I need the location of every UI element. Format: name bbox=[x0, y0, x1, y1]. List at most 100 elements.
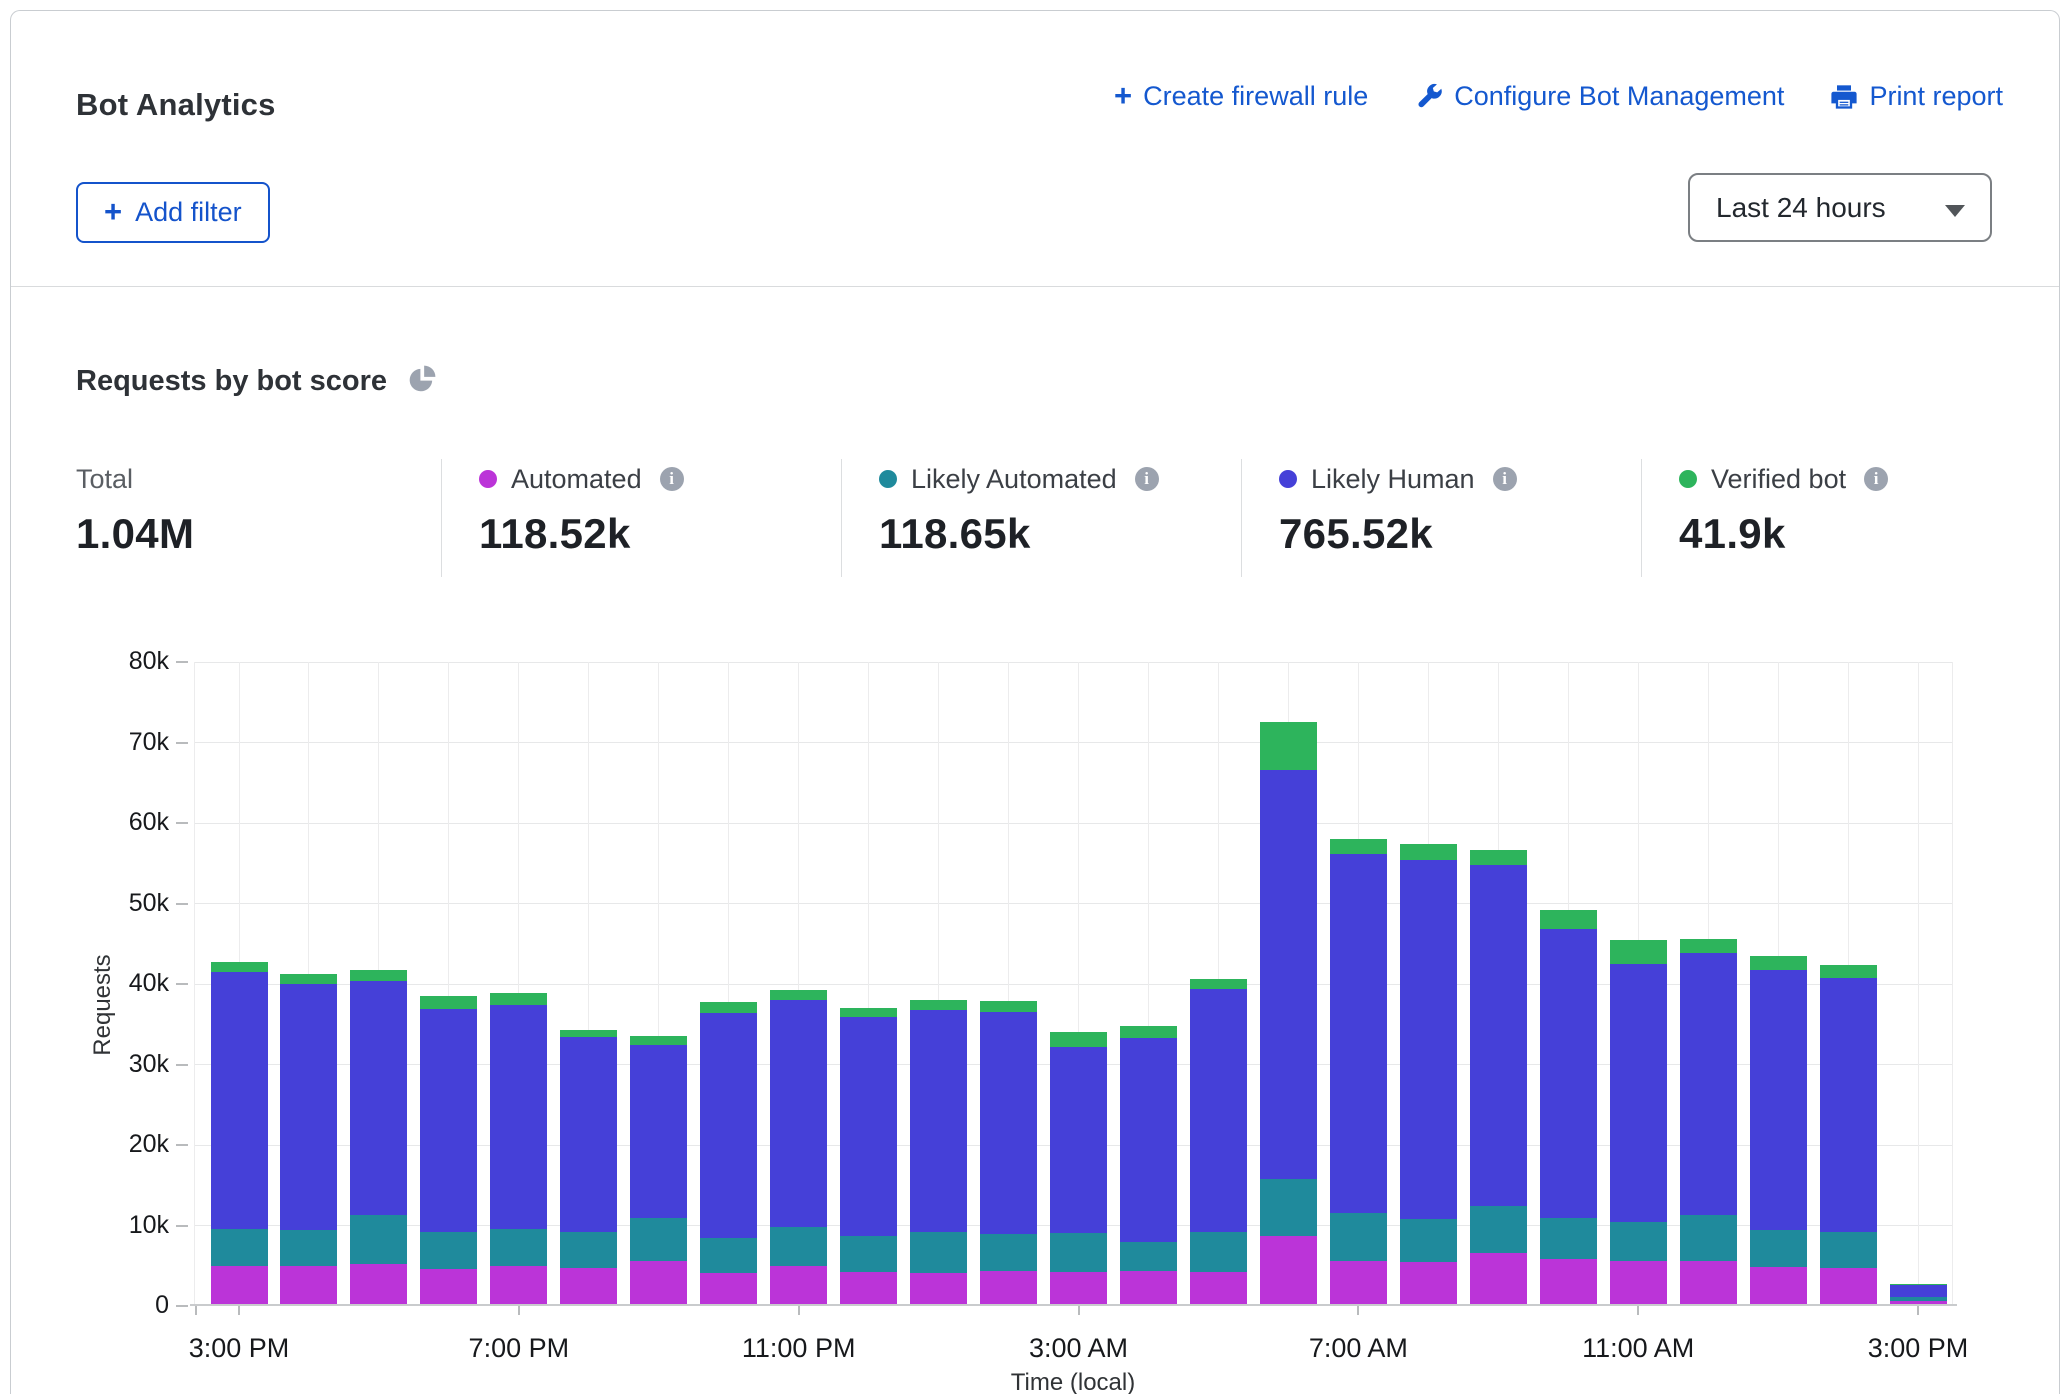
bar-segment-likely-automated[interactable] bbox=[1680, 1215, 1737, 1261]
bar-3-00-am[interactable] bbox=[1050, 1032, 1107, 1304]
bar-segment-likely-automated[interactable] bbox=[1260, 1179, 1317, 1235]
bar-9-00-am[interactable] bbox=[1470, 850, 1527, 1304]
bar-segment-verified-bot[interactable] bbox=[1400, 844, 1457, 860]
bar-segment-automated[interactable] bbox=[1680, 1261, 1737, 1304]
bar-12-00-am[interactable] bbox=[840, 1008, 897, 1304]
bar-segment-likely-human[interactable] bbox=[1050, 1047, 1107, 1233]
bar-segment-automated[interactable] bbox=[420, 1269, 477, 1304]
bar-segment-likely-human[interactable] bbox=[1540, 929, 1597, 1218]
bar-segment-verified-bot[interactable] bbox=[280, 974, 337, 984]
bar-1-00-am[interactable] bbox=[910, 1000, 967, 1304]
bar-segment-verified-bot[interactable] bbox=[1610, 940, 1667, 963]
bar-segment-likely-automated[interactable] bbox=[1470, 1206, 1527, 1253]
bar-segment-automated[interactable] bbox=[1470, 1253, 1527, 1304]
bar-segment-likely-human[interactable] bbox=[1820, 978, 1877, 1232]
info-icon[interactable]: i bbox=[1135, 467, 1159, 491]
bar-segment-automated[interactable] bbox=[350, 1264, 407, 1304]
time-range-select[interactable]: Last 24 hours bbox=[1688, 173, 1992, 242]
bar-segment-automated[interactable] bbox=[1610, 1261, 1667, 1304]
bar-7-00-am[interactable] bbox=[1330, 839, 1387, 1304]
bar-11-00-pm[interactable] bbox=[770, 990, 827, 1304]
bar-segment-likely-human[interactable] bbox=[1890, 1285, 1947, 1297]
bar-segment-likely-automated[interactable] bbox=[1400, 1219, 1457, 1262]
bar-segment-verified-bot[interactable] bbox=[420, 996, 477, 1009]
create-firewall-rule-link[interactable]: + Create firewall rule bbox=[1114, 81, 1368, 112]
bar-6-00-pm[interactable] bbox=[420, 996, 477, 1304]
bar-10-00-am[interactable] bbox=[1540, 910, 1597, 1304]
bar-segment-likely-automated[interactable] bbox=[1540, 1218, 1597, 1259]
bar-segment-verified-bot[interactable] bbox=[910, 1000, 967, 1010]
bar-segment-likely-automated[interactable] bbox=[560, 1232, 617, 1268]
bar-segment-verified-bot[interactable] bbox=[1820, 965, 1877, 978]
bar-segment-likely-automated[interactable] bbox=[1190, 1232, 1247, 1272]
bar-segment-likely-automated[interactable] bbox=[840, 1236, 897, 1272]
bar-segment-automated[interactable] bbox=[980, 1271, 1037, 1304]
bar-segment-likely-human[interactable] bbox=[700, 1013, 757, 1238]
bar-segment-likely-human[interactable] bbox=[280, 984, 337, 1230]
bar-segment-verified-bot[interactable] bbox=[980, 1001, 1037, 1012]
bar-segment-automated[interactable] bbox=[490, 1266, 547, 1304]
bar-segment-verified-bot[interactable] bbox=[560, 1030, 617, 1037]
bar-4-00-pm[interactable] bbox=[280, 974, 337, 1304]
bar-segment-likely-automated[interactable] bbox=[280, 1230, 337, 1266]
bar-segment-likely-human[interactable] bbox=[1400, 860, 1457, 1220]
bar-segment-likely-automated[interactable] bbox=[1610, 1222, 1667, 1261]
bar-segment-automated[interactable] bbox=[560, 1268, 617, 1304]
bar-5-00-pm[interactable] bbox=[350, 970, 407, 1304]
bar-12-00-pm[interactable] bbox=[1680, 939, 1737, 1304]
bar-segment-automated[interactable] bbox=[1750, 1267, 1807, 1304]
add-filter-button[interactable]: + Add filter bbox=[76, 182, 270, 243]
bar-segment-verified-bot[interactable] bbox=[1470, 850, 1527, 865]
bar-segment-automated[interactable] bbox=[630, 1261, 687, 1304]
bar-segment-likely-human[interactable] bbox=[350, 981, 407, 1215]
bar-9-00-pm[interactable] bbox=[630, 1036, 687, 1304]
bar-segment-likely-human[interactable] bbox=[1680, 953, 1737, 1215]
bar-segment-likely-human[interactable] bbox=[980, 1012, 1037, 1234]
bar-segment-likely-human[interactable] bbox=[770, 1000, 827, 1227]
bar-segment-likely-human[interactable] bbox=[1750, 970, 1807, 1230]
configure-bot-management-link[interactable]: Configure Bot Management bbox=[1414, 81, 1784, 112]
bar-segment-verified-bot[interactable] bbox=[700, 1002, 757, 1012]
bar-segment-verified-bot[interactable] bbox=[350, 970, 407, 981]
bar-segment-likely-human[interactable] bbox=[840, 1017, 897, 1235]
bar-segment-likely-automated[interactable] bbox=[700, 1238, 757, 1273]
info-icon[interactable]: i bbox=[660, 467, 684, 491]
bar-segment-verified-bot[interactable] bbox=[840, 1008, 897, 1018]
bar-segment-likely-human[interactable] bbox=[1330, 854, 1387, 1213]
info-icon[interactable]: i bbox=[1864, 467, 1888, 491]
bar-segment-automated[interactable] bbox=[910, 1273, 967, 1304]
bar-7-00-pm[interactable] bbox=[490, 993, 547, 1304]
bar-segment-automated[interactable] bbox=[770, 1266, 827, 1304]
bar-segment-likely-automated[interactable] bbox=[1330, 1213, 1387, 1261]
bar-segment-verified-bot[interactable] bbox=[1050, 1032, 1107, 1047]
bar-8-00-pm[interactable] bbox=[560, 1030, 617, 1304]
bar-10-00-pm[interactable] bbox=[700, 1002, 757, 1304]
bar-segment-likely-automated[interactable] bbox=[1750, 1230, 1807, 1267]
bar-segment-automated[interactable] bbox=[1890, 1301, 1947, 1304]
bar-segment-likely-human[interactable] bbox=[1190, 989, 1247, 1231]
bar-segment-verified-bot[interactable] bbox=[630, 1036, 687, 1045]
bar-segment-automated[interactable] bbox=[1120, 1271, 1177, 1304]
bar-4-00-am[interactable] bbox=[1120, 1026, 1177, 1304]
bar-segment-likely-automated[interactable] bbox=[490, 1229, 547, 1266]
bar-segment-automated[interactable] bbox=[211, 1266, 268, 1304]
bar-segment-automated[interactable] bbox=[280, 1266, 337, 1304]
bar-segment-automated[interactable] bbox=[1540, 1259, 1597, 1304]
bar-segment-likely-automated[interactable] bbox=[1820, 1232, 1877, 1267]
bar-1-00-pm[interactable] bbox=[1750, 956, 1807, 1304]
bar-segment-automated[interactable] bbox=[1330, 1261, 1387, 1304]
bar-6-00-am[interactable] bbox=[1260, 722, 1317, 1304]
bar-segment-likely-automated[interactable] bbox=[211, 1229, 268, 1266]
bar-segment-likely-automated[interactable] bbox=[770, 1227, 827, 1266]
bar-segment-verified-bot[interactable] bbox=[770, 990, 827, 1000]
bar-2-00-pm[interactable] bbox=[1820, 965, 1877, 1304]
bar-segment-likely-automated[interactable] bbox=[1120, 1242, 1177, 1271]
bar-segment-automated[interactable] bbox=[700, 1273, 757, 1304]
bar-segment-verified-bot[interactable] bbox=[1260, 722, 1317, 769]
bar-segment-likely-automated[interactable] bbox=[630, 1218, 687, 1261]
bar-segment-automated[interactable] bbox=[1190, 1272, 1247, 1304]
bar-2-00-am[interactable] bbox=[980, 1001, 1037, 1304]
bar-segment-likely-human[interactable] bbox=[630, 1045, 687, 1218]
bar-3-00-pm[interactable] bbox=[1890, 1284, 1947, 1304]
bar-segment-likely-human[interactable] bbox=[1470, 865, 1527, 1206]
